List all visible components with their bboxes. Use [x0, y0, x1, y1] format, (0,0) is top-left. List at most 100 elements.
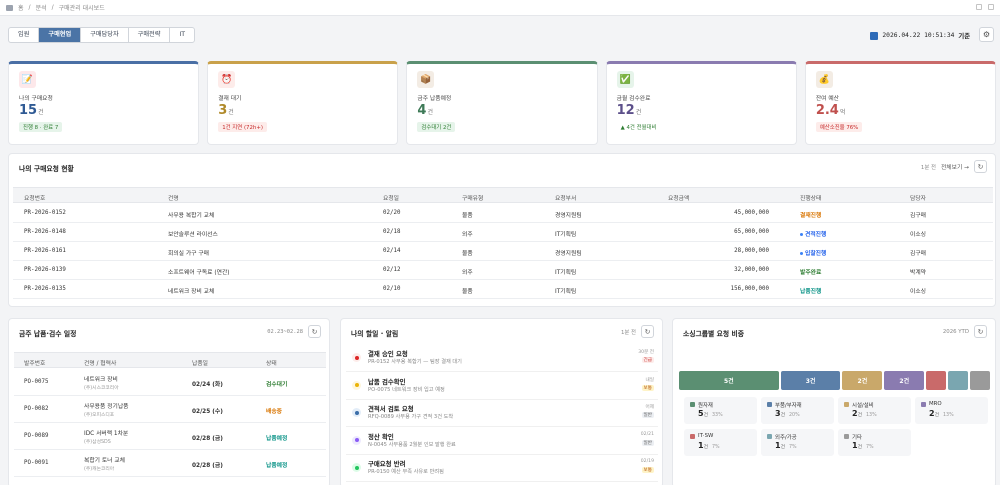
tab-purchase-field[interactable]: 구매현업: [39, 28, 82, 42]
table-row[interactable]: PO-0075 네트워크 장비 (주)시스코코리아 02/24 (화) 검수대기: [14, 369, 326, 396]
alert-item[interactable]: 정산 확인 N-0045 사무용품 2월분 인보 발행 완료 02/21 일반: [346, 428, 658, 455]
alert-item[interactable]: 납품 검수확인 PO-0075 네트워크 장비 입고 예정 내일 보통: [346, 373, 658, 400]
alert-time: 02/21: [640, 431, 654, 437]
refresh-button[interactable]: ↻: [641, 325, 654, 338]
request-dept: 경영지원팀: [555, 251, 582, 257]
alert-description: RFQ-0089 사무용 가구 견적 3건 도착: [368, 414, 454, 420]
updated-time: 1분 전: [620, 329, 636, 336]
purchase-type: 외주: [462, 270, 473, 276]
legend-swatch: [690, 434, 695, 439]
po-id[interactable]: PO-0082: [24, 406, 48, 412]
owner: 이소싱: [910, 289, 926, 295]
alert-description: PR-0152 사무용 복합기 — 팀장 결재 대기: [368, 359, 462, 365]
legend-name: MRO: [929, 401, 942, 407]
home-icon[interactable]: [6, 4, 13, 11]
column-header[interactable]: 발주번호: [24, 358, 45, 367]
request-id[interactable]: PR-2026-0148: [24, 229, 66, 235]
kpi-card-monthly-inspection[interactable]: ✅ 금월 검수완료 12건 ▲ 4건 전월대비: [605, 61, 797, 145]
priority-badge: 보통: [641, 384, 654, 391]
panel-actions: 02.23~02.28 ↻: [267, 325, 321, 338]
table-row[interactable]: PO-0091 복합기 토너 교체 (주)캐논코리아 02/28 (금) 납품예정: [14, 450, 326, 477]
column-header[interactable]: 요청부서: [555, 193, 576, 202]
alert-time: 내일: [645, 377, 654, 383]
table-row[interactable]: PO-0082 사무용품 정기납품 (주)오피스디포 02/25 (수) 배송중: [14, 396, 326, 423]
column-header[interactable]: 요청일: [383, 193, 399, 202]
view-all-link[interactable]: 전체보기 →: [941, 162, 969, 171]
table-row[interactable]: PR-2026-0139 소프트웨어 구독료 (연간) 02/12 외주 IT기획팀 박계…: [13, 261, 993, 280]
legend-swatch: [767, 434, 772, 439]
purchase-type: 물품: [462, 251, 473, 257]
column-header[interactable]: 납품일: [192, 358, 208, 367]
table-row[interactable]: PR-2026-0148 보안솔루션 라이선스 02/18 외주 IT기획팀 이소싱 65,…: [13, 223, 993, 242]
request-id[interactable]: PR-2026-0152: [24, 210, 66, 216]
bar-segment[interactable]: 2건: [842, 371, 883, 390]
settings-button[interactable]: ⚙: [979, 27, 994, 42]
minimize-icon[interactable]: [976, 4, 982, 10]
breadcrumb-separator: /: [51, 4, 54, 11]
table-row[interactable]: PO-0089 IDC 서버랙 1차분 (주)삼성SDS 02/28 (금) 납품예정: [14, 423, 326, 450]
legend-swatch: [690, 402, 695, 407]
column-header[interactable]: 건명 / 협력사: [84, 358, 116, 367]
alert-item[interactable]: 견적서 검토 요청 RFQ-0089 사무용 가구 견적 3건 도착 어제 일반: [346, 400, 658, 427]
legend-unit: 건: [703, 413, 708, 418]
table-row[interactable]: PR-2026-0161 회의실 가구 구매 02/14 물품 경영지원팀 김구매 28,0…: [13, 242, 993, 261]
legend-percent: 13%: [943, 413, 954, 418]
po-id[interactable]: PO-0091: [24, 460, 48, 466]
table-row[interactable]: PR-2026-0152 사무용 복합기 교체 02/20 물품 경영지원팀 김구매 45,…: [13, 204, 993, 223]
bar-segment[interactable]: 2건: [884, 371, 925, 390]
alert-item[interactable]: 결재 승인 요청 PR-0152 사무용 복합기 — 팀장 결재 대기 30분 전긴…: [346, 345, 658, 372]
table-row[interactable]: PR-2026-0135 네트워크 장비 교체 02/10 물품 IT기획팀 이소싱 156…: [13, 280, 993, 299]
tab-strategy[interactable]: 구매전략: [129, 28, 171, 42]
request-id[interactable]: PR-2026-0139: [24, 267, 66, 273]
breadcrumb-section[interactable]: 분석: [36, 3, 47, 12]
status-badge: 납품진행: [800, 286, 821, 295]
priority-badge: 일반: [641, 439, 654, 446]
bar-segment[interactable]: 3건: [780, 371, 841, 390]
tab-it[interactable]: IT: [170, 28, 194, 42]
request-amount: 28,000,000: [734, 248, 769, 254]
refresh-button[interactable]: ↻: [974, 160, 987, 173]
column-header[interactable]: 요청금액: [668, 193, 689, 202]
kpi-card-remaining-budget[interactable]: 💰 잔여 예산 2.4억 예산소진율 76%: [804, 61, 997, 145]
bar-segment[interactable]: [948, 371, 969, 390]
column-header[interactable]: 요청번호: [24, 193, 45, 202]
request-id[interactable]: PR-2026-0161: [24, 248, 66, 254]
column-header[interactable]: 구매유형: [462, 193, 483, 202]
bar-segment[interactable]: [926, 371, 947, 390]
role-tabs: 임원 구매현업 구매담당자 구매전략 IT: [8, 27, 196, 43]
column-header[interactable]: 진행상태: [800, 193, 821, 202]
delivery-schedule-panel: 금주 납품·검수 일정 02.23~02.28 ↻ 발주번호 건명 / 협력사 …: [8, 318, 330, 485]
breadcrumb-home[interactable]: 홈: [18, 3, 24, 12]
kpi-card-weekly-delivery[interactable]: 📦 금주 납품예정 4건 검수대기 2건: [406, 61, 598, 145]
tab-buyer[interactable]: 구매담당자: [81, 28, 129, 42]
legend-percent: 7%: [712, 445, 720, 450]
legend-item: MRO 2건 13%: [915, 397, 988, 424]
legend-item: 부품/부자재 3건 20%: [761, 397, 834, 424]
column-header[interactable]: 건명: [168, 193, 179, 202]
sourcing-stacked-bar: 5건 3건 2건 2건: [679, 371, 990, 390]
table-header: 요청번호 건명 요청일 구매유형 요청부서 요청금액 진행상태 담당자: [13, 187, 993, 203]
status-badge: 납품예정: [266, 463, 288, 469]
column-header[interactable]: 담당자: [910, 193, 926, 202]
alert-description: N-0045 사무용품 2월분 인보 발행 완료: [368, 441, 456, 448]
alert-time: 어제: [645, 405, 654, 410]
kpi-card-approval-pending[interactable]: ⏰ 결재 대기 3건 1건 지연 (72h+): [207, 61, 399, 145]
panel-actions: 1분 전 ↻: [621, 325, 654, 338]
bar-segment[interactable]: [970, 371, 990, 390]
refresh-button[interactable]: ↻: [974, 325, 987, 338]
bar-segment[interactable]: 5건: [679, 371, 779, 390]
po-id[interactable]: PO-0089: [24, 433, 48, 439]
refresh-button[interactable]: ↻: [308, 325, 321, 338]
status-label: 발주완료: [800, 270, 822, 276]
maximize-icon[interactable]: [988, 4, 994, 10]
alert-item[interactable]: 구매요청 반려 PR-0150 예산 부족 사유로 반려됨 02/19 보통: [346, 455, 658, 482]
kpi-card-my-requests[interactable]: 📝 나의 구매요청 15건 진행 8 · 완료 7: [8, 61, 200, 145]
vendor-name: (주)캐논코리아: [84, 467, 115, 472]
package-icon: 📦: [417, 71, 435, 88]
kpi-label: 잔여 예산: [815, 96, 839, 102]
request-id[interactable]: PR-2026-0135: [24, 286, 66, 292]
column-header[interactable]: 상태: [266, 358, 277, 367]
po-id[interactable]: PO-0075: [24, 379, 48, 385]
tab-executive[interactable]: 임원: [9, 28, 40, 42]
kpi-value: 2.4억: [815, 103, 846, 118]
